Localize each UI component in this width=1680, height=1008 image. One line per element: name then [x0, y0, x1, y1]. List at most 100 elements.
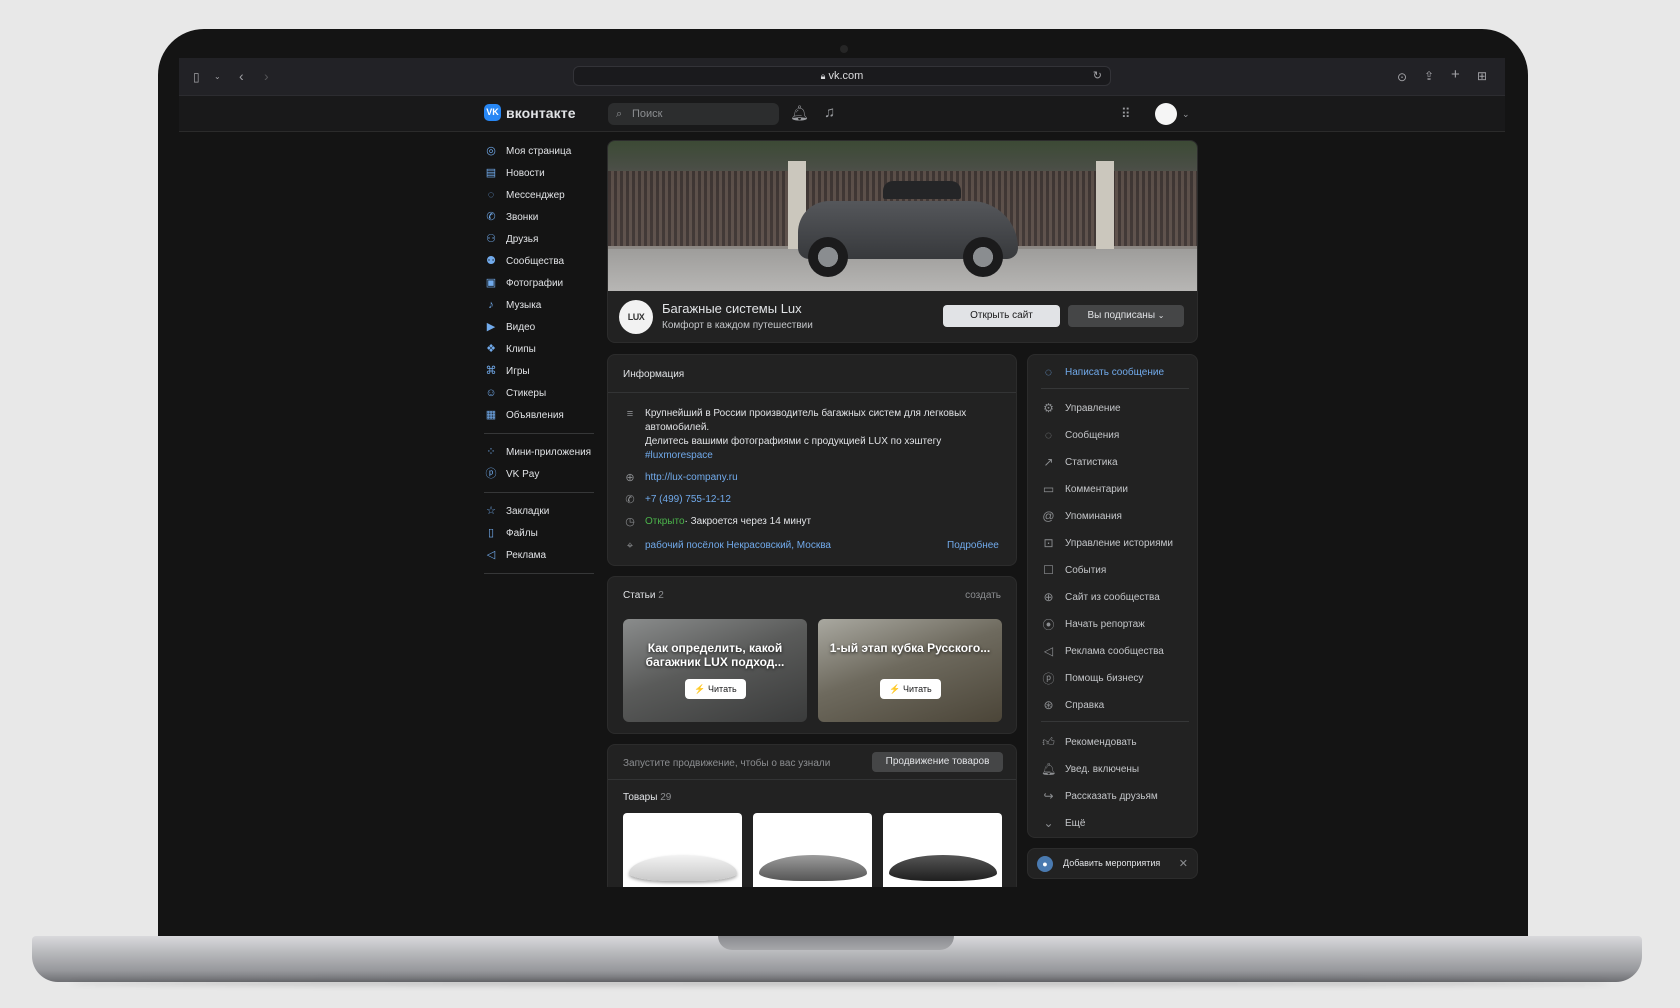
- menu-item-business[interactable]: ⓟ Помощь бизнесу: [1041, 669, 1143, 687]
- nav-item-music[interactable]: ♪ Музыка: [484, 294, 596, 316]
- add-event-card[interactable]: ● Добавить мероприятия ✕: [1027, 848, 1198, 879]
- nav-item-video[interactable]: ▶ Видео: [484, 316, 596, 338]
- menu-item-help[interactable]: ⊛ Справка: [1041, 696, 1104, 714]
- add-event-label: Добавить мероприятия: [1063, 858, 1161, 868]
- menu-item-share[interactable]: ↪ Рассказать друзьям: [1041, 787, 1157, 805]
- nav-item-ads[interactable]: ▦ Объявления: [484, 404, 596, 426]
- read-button[interactable]: ⚡ Читать: [685, 679, 746, 699]
- subscribed-button[interactable]: Вы подписаны ⌄: [1068, 305, 1184, 327]
- services-grid-icon[interactable]: ⠿: [1121, 106, 1131, 122]
- nav-item-news[interactable]: ▤ Новости: [484, 162, 596, 184]
- menu-item-broadcast[interactable]: ⦿ Начать репортаж: [1041, 615, 1144, 633]
- menu-label: События: [1065, 564, 1107, 576]
- roof-box-image: [759, 855, 867, 881]
- apps-icon: ⁘: [486, 446, 496, 458]
- info-hours: ◷ Открыто · Закроется через 14 минут: [623, 515, 811, 529]
- like-icon: 👍︎: [1042, 734, 1055, 749]
- nav-item-photos[interactable]: ▣ Фотографии: [484, 272, 596, 294]
- roof-box-image: [889, 855, 997, 881]
- menu-item-more[interactable]: ⌄ Ещё: [1041, 814, 1085, 832]
- promote-products-button[interactable]: Продвижение товаров: [872, 752, 1003, 772]
- menu-item-notifications[interactable]: 🔔︎ Увед. включены: [1041, 760, 1139, 778]
- write-message-button[interactable]: ◌ Написать сообщение: [1041, 363, 1164, 381]
- vk-logo[interactable]: VK вконтакте: [484, 104, 576, 121]
- video-icon: ▶: [486, 321, 496, 333]
- chevron-down-icon[interactable]: ⌄: [1182, 106, 1190, 122]
- menu-item-site[interactable]: ⊕ Сайт из сообщества: [1041, 588, 1159, 606]
- product-card[interactable]: [623, 813, 742, 887]
- nav-item-communities[interactable]: ⚉ Сообщества: [484, 250, 596, 272]
- address-bar[interactable]: 🔒︎ vk.com ↻: [573, 66, 1111, 86]
- back-icon[interactable]: ‹: [239, 68, 244, 84]
- nav-label: Реклама: [506, 549, 547, 561]
- nav-item-files[interactable]: ▯ Файлы: [484, 522, 596, 544]
- menu-item-messages[interactable]: ◌ Сообщения: [1041, 426, 1119, 444]
- menu-label: Ещё: [1065, 817, 1086, 829]
- article-card[interactable]: 1-ый этап кубка Русского... ⚡ Читать: [818, 619, 1002, 722]
- group-avatar[interactable]: LUX: [619, 300, 653, 334]
- menu-item-manage[interactable]: ⚙ Управление: [1041, 399, 1120, 417]
- menu-item-recommend[interactable]: 👍︎ Рекомендовать: [1041, 733, 1136, 751]
- search-input[interactable]: ⌕ Поиск: [608, 103, 779, 125]
- open-site-button[interactable]: Открыть сайт: [943, 305, 1060, 327]
- help-icon: ⊛: [1043, 698, 1054, 712]
- messenger-icon: ◌: [487, 189, 495, 201]
- sidebar-toggle-icon[interactable]: ▯: [193, 69, 200, 85]
- nav-item-games[interactable]: ⌘ Игры: [484, 360, 596, 382]
- article-image: [818, 619, 1002, 722]
- website-link[interactable]: http://lux-company.ru: [645, 471, 738, 485]
- nav-item-advertising[interactable]: ◁ Реклама: [484, 544, 596, 566]
- phone-link[interactable]: +7 (499) 755-12-12: [645, 493, 731, 507]
- more-link[interactable]: Подробнее: [947, 539, 999, 553]
- location-pin-icon: ⌖: [626, 540, 634, 552]
- bell-icon[interactable]: 🔔︎: [790, 106, 809, 122]
- menu-item-mentions[interactable]: @ Упоминания: [1041, 507, 1122, 525]
- reload-icon[interactable]: ↻: [1093, 67, 1102, 85]
- nav-item-friends[interactable]: ⚇ Друзья: [484, 228, 596, 250]
- product-card[interactable]: [753, 813, 872, 887]
- product-card[interactable]: [883, 813, 1002, 887]
- menu-item-events[interactable]: ☐ События: [1041, 561, 1106, 579]
- chevron-down-icon[interactable]: ⌄: [214, 69, 221, 85]
- nav-item-calls[interactable]: ✆ Звонки: [484, 206, 596, 228]
- stickers-icon: ☺: [485, 387, 497, 399]
- read-button[interactable]: ⚡ Читать: [880, 679, 941, 699]
- profile-icon: ◎: [486, 145, 496, 157]
- text-icon: ≡: [626, 408, 634, 420]
- nav-item-mini-apps[interactable]: ⁘ Мини-приложения: [484, 441, 596, 463]
- screen: ▯ ⌄ ‹ › 🔒︎ vk.com ↻ ⊙ ⇪ + ⊞ VK вконтакте …: [179, 58, 1505, 887]
- menu-label: Справка: [1065, 699, 1105, 711]
- close-icon[interactable]: ✕: [1179, 857, 1188, 870]
- nav-item-bookmarks[interactable]: ☆ Закладки: [484, 500, 596, 522]
- nav-item-my-page[interactable]: ◎ Моя страница: [484, 140, 596, 162]
- menu-item-ads[interactable]: ◁ Реклама сообщества: [1041, 642, 1164, 660]
- forward-icon[interactable]: ›: [264, 68, 269, 84]
- nav-item-clips[interactable]: ❖ Клипы: [484, 338, 596, 360]
- search-icon: ⌕: [616, 108, 623, 120]
- new-tab-icon[interactable]: +: [1451, 67, 1460, 83]
- nav-label: Фотографии: [506, 277, 564, 289]
- search-placeholder: Поиск: [632, 108, 663, 120]
- ads-icon: ▦: [485, 409, 497, 421]
- menu-item-comments[interactable]: ▭ Комментарии: [1041, 480, 1128, 498]
- address-link[interactable]: рабочий посёлок Некрасовский, Москва: [645, 539, 831, 553]
- group-name: Багажные системы Lux: [662, 301, 802, 316]
- avatar[interactable]: [1155, 103, 1177, 125]
- nav-item-stickers[interactable]: ☺ Стикеры: [484, 382, 596, 404]
- download-icon[interactable]: ⊙: [1397, 69, 1407, 85]
- products-title: Товары 29: [623, 792, 671, 803]
- menu-item-statistics[interactable]: ↗ Статистика: [1041, 453, 1117, 471]
- share-icon[interactable]: ⇪: [1424, 68, 1434, 84]
- article-title: 1-ый этап кубка Русского...: [829, 641, 991, 655]
- menu-item-stories[interactable]: ⊡ Управление историями: [1041, 534, 1173, 552]
- menu-label: Помощь бизнесу: [1065, 672, 1144, 684]
- info-title: Информация: [623, 369, 685, 380]
- music-icon[interactable]: ♫: [824, 105, 835, 121]
- article-card[interactable]: Как определить, какой багажник LUX подхо…: [623, 619, 807, 722]
- tab-overview-icon[interactable]: ⊞: [1477, 68, 1487, 84]
- create-article-link[interactable]: создать: [965, 590, 1001, 601]
- nav-item-vk-pay[interactable]: ⓟ VK Pay: [484, 463, 596, 485]
- closes-text: · Закроется через 14 минут: [684, 516, 812, 527]
- nav-item-messenger[interactable]: ◌ Мессенджер: [484, 184, 596, 206]
- hashtag-link[interactable]: #luxmorespace: [645, 449, 966, 463]
